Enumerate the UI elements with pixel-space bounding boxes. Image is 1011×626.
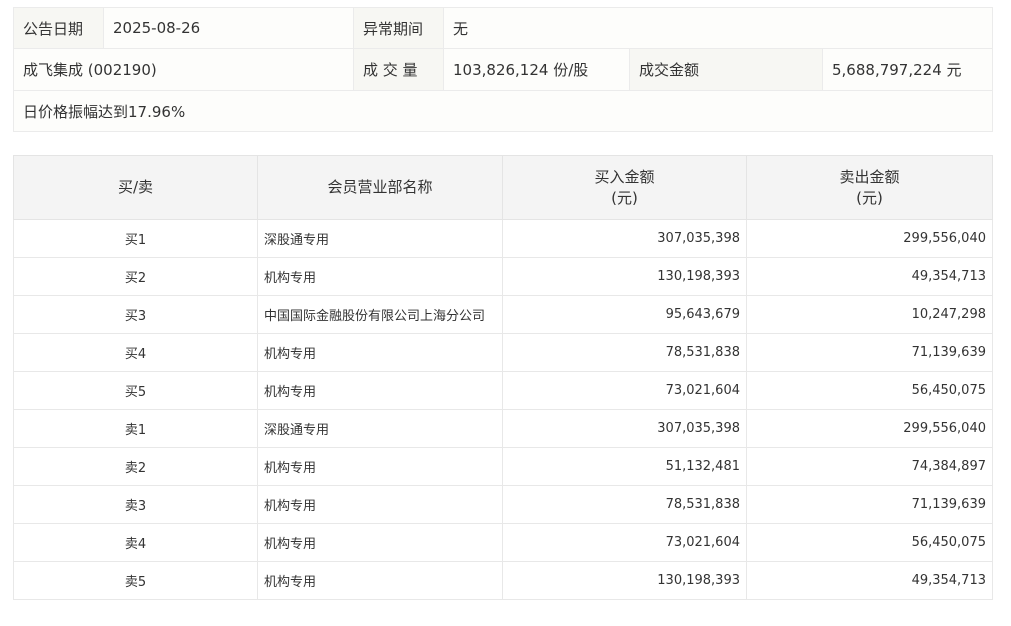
header-branch-label: 会员营业部名称 (327, 178, 433, 196)
table-row: 卖5 机构专用 130,198,393 49,354,713 (13, 561, 993, 600)
row-side: 买5 (13, 371, 258, 410)
row-branch: 机构专用 (257, 485, 503, 524)
header-branch: 会员营业部名称 (257, 155, 503, 220)
row-sell-amount: 71,139,639 (746, 333, 993, 372)
announce-date-value: 2025-08-26 (103, 7, 354, 49)
row-branch: 机构专用 (257, 333, 503, 372)
row-buy-amount: 51,132,481 (502, 447, 747, 486)
row-sell-amount: 71,139,639 (746, 485, 993, 524)
row-side: 卖1 (13, 409, 258, 448)
row-branch: 机构专用 (257, 561, 503, 600)
row-sell-amount: 56,450,075 (746, 523, 993, 562)
row-branch: 机构专用 (257, 371, 503, 410)
table-row: 买5 机构专用 73,021,604 56,450,075 (13, 371, 993, 410)
row-sell-amount: 74,384,897 (746, 447, 993, 486)
row-sell-amount: 56,450,075 (746, 371, 993, 410)
header-sell-amount-label: 卖出金额 (839, 167, 900, 186)
row-buy-amount: 73,021,604 (502, 523, 747, 562)
header-side: 买/卖 (13, 155, 258, 220)
turnover-label: 成交金额 (629, 48, 823, 91)
row-buy-amount: 130,198,393 (502, 561, 747, 600)
row-side: 买2 (13, 257, 258, 296)
header-side-label: 买/卖 (117, 178, 154, 196)
header-sell-amount-unit: (元) (856, 188, 883, 207)
header-buy-amount: 买入金额 (元) (502, 155, 747, 220)
row-side: 买3 (13, 295, 258, 334)
abnormal-period-label: 异常期间 (353, 7, 444, 49)
row-branch: 机构专用 (257, 257, 503, 296)
row-sell-amount: 49,354,713 (746, 561, 993, 600)
row-buy-amount: 307,035,398 (502, 219, 747, 258)
info-row-date: 公告日期 2025-08-26 异常期间 无 (13, 7, 994, 49)
row-buy-amount: 307,035,398 (502, 409, 747, 448)
header-buy-amount-label: 买入金额 (594, 167, 655, 186)
row-sell-amount: 10,247,298 (746, 295, 993, 334)
stock-info-table: 公告日期 2025-08-26 异常期间 无 成飞集成 (002190) 成 交… (12, 7, 994, 132)
row-branch: 机构专用 (257, 447, 503, 486)
row-branch: 深股通专用 (257, 409, 503, 448)
table-row: 买3 中国国际金融股份有限公司上海分公司 95,643,679 10,247,2… (13, 295, 993, 334)
info-row-volume: 成飞集成 (002190) 成 交 量 103,826,124 份/股 成交金额… (13, 48, 994, 91)
row-side: 卖2 (13, 447, 258, 486)
row-branch: 机构专用 (257, 523, 503, 562)
table-row: 卖3 机构专用 78,531,838 71,139,639 (13, 485, 993, 524)
turnover-value: 5,688,797,224 元 (821, 48, 994, 91)
abnormal-period-value: 无 (442, 7, 994, 49)
table-row: 买4 机构专用 78,531,838 71,139,639 (13, 333, 993, 372)
volume-value: 103,826,124 份/股 (443, 48, 630, 91)
table-row: 卖2 机构专用 51,132,481 74,384,897 (13, 447, 993, 486)
row-side: 买4 (13, 333, 258, 372)
row-buy-amount: 130,198,393 (502, 257, 747, 296)
row-buy-amount: 73,021,604 (502, 371, 747, 410)
row-buy-amount: 78,531,838 (502, 485, 747, 524)
row-side: 卖5 (13, 561, 258, 600)
volume-label: 成 交 量 (353, 48, 444, 91)
row-sell-amount: 299,556,040 (746, 409, 993, 448)
info-row-reason: 日价格振幅达到17.96% (12, 90, 994, 132)
stock-name: 成飞集成 (002190) (13, 48, 354, 91)
table-row: 卖4 机构专用 73,021,604 56,450,075 (13, 523, 993, 562)
row-sell-amount: 299,556,040 (746, 219, 993, 258)
trade-detail-table: 买/卖 会员营业部名称 买入金额 (元) 卖出金额 (元) 买1 深股通专用 3… (13, 155, 993, 600)
header-sell-amount: 卖出金额 (元) (746, 155, 993, 220)
row-side: 卖4 (13, 523, 258, 562)
announce-date-label: 公告日期 (13, 7, 104, 49)
row-buy-amount: 78,531,838 (502, 333, 747, 372)
table-row: 卖1 深股通专用 307,035,398 299,556,040 (13, 409, 993, 448)
row-branch: 中国国际金融股份有限公司上海分公司 (257, 295, 503, 334)
abnormal-reason: 日价格振幅达到17.96% (12, 90, 994, 132)
table-row: 买2 机构专用 130,198,393 49,354,713 (13, 257, 993, 296)
table-row: 买1 深股通专用 307,035,398 299,556,040 (13, 219, 993, 258)
header-buy-amount-unit: (元) (611, 188, 638, 207)
row-side: 买1 (13, 219, 258, 258)
row-branch: 深股通专用 (257, 219, 503, 258)
row-side: 卖3 (13, 485, 258, 524)
trade-table-header: 买/卖 会员营业部名称 买入金额 (元) 卖出金额 (元) (13, 155, 993, 220)
row-buy-amount: 95,643,679 (502, 295, 747, 334)
row-sell-amount: 49,354,713 (746, 257, 993, 296)
